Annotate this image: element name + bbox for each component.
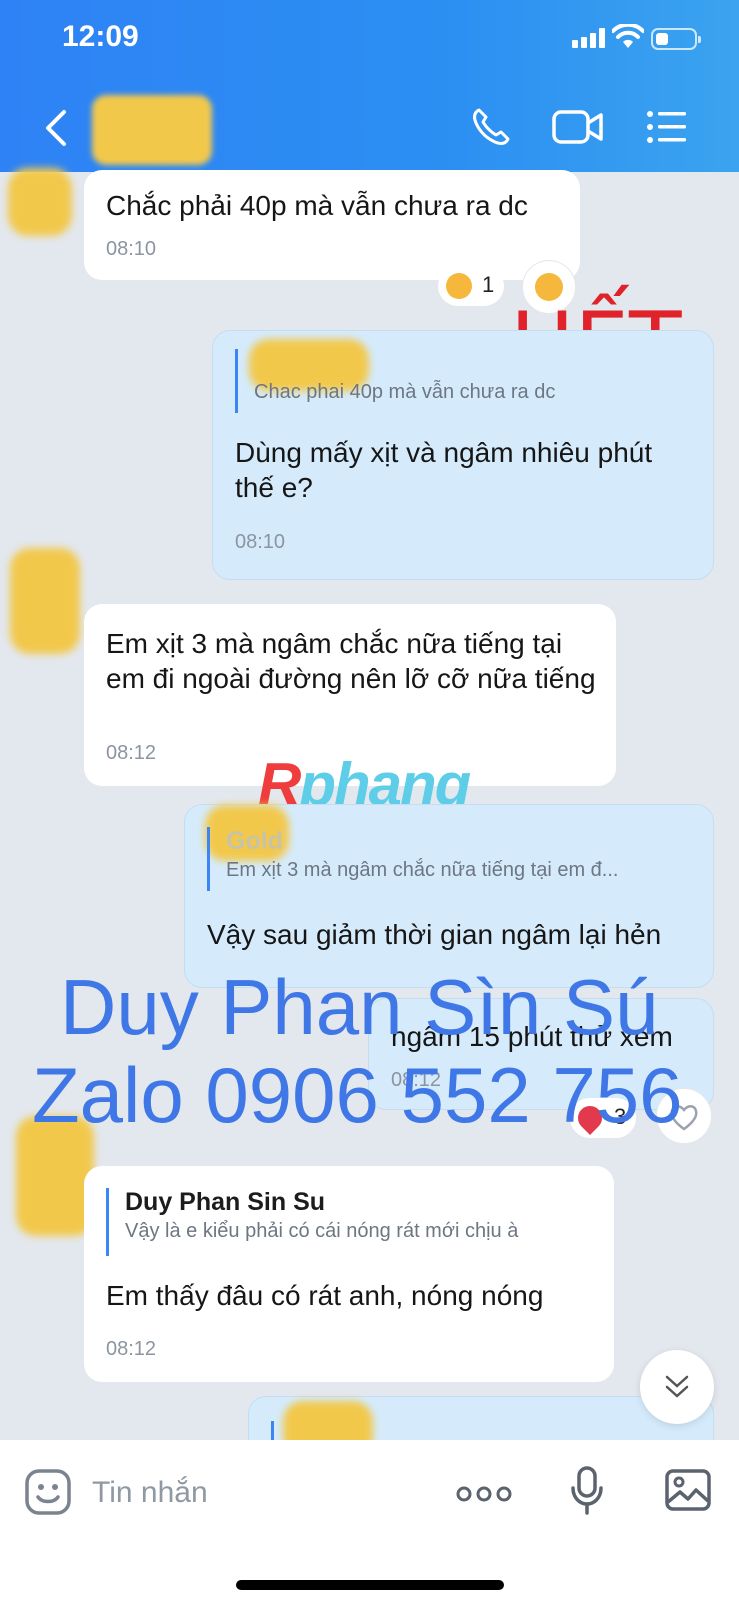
watermark-text: Duy Phan Sìn Sú [60, 963, 659, 1051]
message-text: Em thấy đâu có rát anh, nóng nóng [106, 1280, 544, 1311]
quoted-message[interactable]: Gold Em xịt 3 mà ngâm chắc nữa tiếng tại… [207, 827, 618, 891]
quoted-message[interactable]: Duy Phan Sin Su Vậy là e kiểu phải có cá… [106, 1188, 518, 1256]
reaction-badge[interactable]: 1 [438, 266, 504, 306]
message-text: Vậy sau giảm thời gian ngâm lại hẻn [207, 919, 662, 950]
message-bubble[interactable]: Chắc phải 40p mà vẫn chưa ra dc 08:10 [84, 170, 580, 280]
message-time: 08:12 [106, 742, 157, 764]
double-chevron-down-icon [665, 1375, 689, 1398]
image-icon[interactable] [664, 1468, 712, 1512]
status-time: 12:09 [62, 20, 139, 53]
chat-header: 12:09 [0, 0, 739, 172]
contact-name-redacted[interactable] [92, 95, 212, 165]
microphone-icon[interactable] [570, 1466, 604, 1516]
message-time: 08:10 [106, 238, 157, 260]
message-input[interactable]: Tin nhắn [92, 1476, 208, 1510]
reaction-count: 1 [482, 272, 495, 297]
message-text: Em xịt 3 mà ngâm chắc nữa tiếng tại em đ… [106, 628, 596, 694]
more-dots-icon[interactable] [456, 1484, 512, 1504]
sticker-face-icon[interactable] [24, 1468, 72, 1516]
list-menu-icon[interactable] [646, 110, 688, 144]
message-bubble[interactable]: Chac phai 40p mà vẫn chưa ra dc Dùng mấy… [212, 330, 714, 580]
message-composer: Tin nhắn [0, 1440, 739, 1600]
quoted-text: Vậy là e kiểu phải có cái nóng rát mới c… [125, 1220, 519, 1242]
video-icon[interactable] [552, 108, 604, 146]
message-text: Chắc phải 40p mà vẫn chưa ra dc [106, 190, 528, 221]
quoted-text: Chac phai 40p mà vẫn chưa ra dc [254, 381, 556, 403]
quoted-text: Em xịt 3 mà ngâm chắc nữa tiếng tại em đ… [226, 859, 619, 881]
avatar [10, 548, 80, 654]
message-time: 08:12 [106, 1338, 157, 1360]
scroll-to-bottom-button[interactable] [640, 1350, 714, 1424]
watermark-text: Zalo 0906 552 756 [32, 1051, 683, 1139]
quoted-message[interactable]: Chac phai 40p mà vẫn chưa ra dc [235, 349, 555, 413]
message-bubble[interactable]: Gold Em xịt 3 mà ngâm chắc nữa tiếng tại… [184, 804, 714, 988]
wifi-icon [612, 24, 644, 48]
quoted-author: Duy Phan Sin Su [125, 1188, 326, 1216]
avatar [8, 168, 72, 236]
message-text: Dùng mấy xịt và ngâm nhiêu phút thế e? [235, 437, 653, 503]
chevron-left-icon[interactable] [42, 108, 70, 148]
laughing-emoji-icon [446, 273, 472, 299]
quoted-author: Gold [226, 827, 283, 855]
home-indicator [236, 1580, 504, 1590]
message-bubble[interactable]: Duy Phan Sin Su Vậy là e kiểu phải có cá… [84, 1166, 614, 1382]
phone-icon[interactable] [470, 106, 512, 148]
battery-icon [651, 28, 701, 50]
message-time: 08:10 [235, 531, 286, 553]
